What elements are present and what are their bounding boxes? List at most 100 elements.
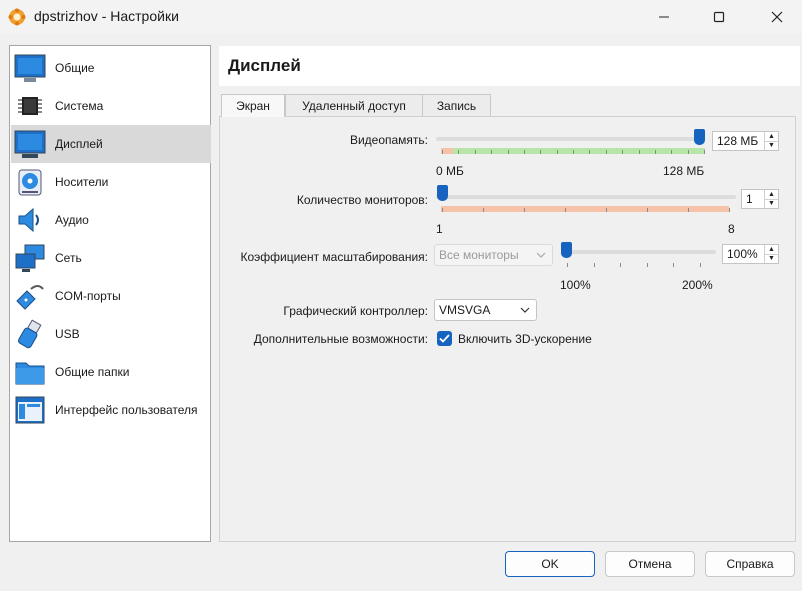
slider-tick [540, 150, 542, 154]
extended-features-label: Дополнительные возможности: [253, 332, 428, 346]
video-memory-max-label: 128 МБ [663, 164, 705, 178]
slider-tick [491, 150, 493, 154]
monitor-count-slider[interactable] [436, 195, 736, 199]
scale-factor-min-label: 100% [560, 278, 591, 292]
tab-screen[interactable]: Экран [221, 94, 285, 117]
slider-tick [507, 150, 509, 154]
tab-recording[interactable]: Запись [422, 94, 491, 116]
usb-icon [13, 317, 47, 351]
slider-tick [483, 208, 484, 212]
monitor-count-min-label: 1 [436, 222, 443, 236]
monitor-count-scale [441, 206, 729, 212]
video-memory-label: Видеопамять: [349, 133, 428, 147]
slider-tick [524, 208, 525, 212]
sidebar-item-user-interface[interactable]: Интерфейс пользователя [11, 391, 211, 429]
spin-down-icon[interactable]: ▼ [764, 140, 778, 150]
maximize-button[interactable] [696, 0, 742, 34]
slider-tick [700, 263, 701, 267]
monitor-count-spinbox[interactable]: 1 ▲ ▼ [741, 189, 779, 209]
folder-icon [13, 355, 47, 389]
sidebar-item-system[interactable]: Система [11, 87, 211, 125]
ui-window-icon [13, 393, 47, 427]
scale-monitor-select[interactable]: Все мониторы [434, 244, 553, 266]
slider-tick [620, 263, 622, 267]
sidebar-item-label: Общие папки [55, 365, 130, 379]
sidebar-item-label: COM-порты [55, 289, 121, 303]
spin-up-icon[interactable]: ▲ [764, 245, 778, 254]
monitor-count-slider-thumb[interactable] [437, 185, 448, 201]
scale-factor-slider[interactable] [562, 250, 716, 254]
sidebar-item-general[interactable]: Общие [11, 49, 211, 87]
help-button[interactable]: Справка [705, 551, 795, 577]
close-button[interactable] [754, 0, 800, 34]
sidebar-item-storage[interactable]: Носители [11, 163, 211, 201]
slider-tick [593, 263, 595, 267]
graphics-controller-select[interactable]: VMSVGA [434, 299, 537, 321]
video-memory-slider[interactable] [436, 137, 704, 141]
serial-port-icon [13, 279, 47, 313]
display-icon [13, 127, 47, 161]
ok-button[interactable]: OK [505, 551, 595, 577]
enable-3d-label[interactable]: Включить 3D-ускорение [458, 332, 592, 346]
page-title: Дисплей [228, 56, 301, 75]
speaker-icon [13, 203, 47, 237]
tab-remote-access[interactable]: Удаленный доступ [285, 94, 423, 116]
scale-factor-slider-thumb[interactable] [561, 242, 572, 258]
slider-tick [442, 150, 443, 154]
virtualbox-gear-icon [8, 8, 26, 26]
checkmark-icon [439, 334, 450, 343]
slider-tick [567, 263, 568, 267]
sidebar-item-label: Система [55, 99, 104, 113]
slider-tick [646, 263, 648, 267]
monitor-count-max-label: 8 [728, 222, 735, 236]
scale-factor-label: Коэффициент масштабирования: [240, 250, 428, 264]
sidebar-item-label: USB [55, 327, 80, 341]
scale-factor-spinbox[interactable]: 100% ▲ ▼ [722, 244, 779, 264]
slider-tick [704, 150, 705, 154]
graphics-controller-label: Графический контроллер: [283, 304, 428, 318]
sidebar-item-display[interactable]: Дисплей [11, 125, 211, 163]
network-icon [13, 241, 47, 275]
sidebar-item-audio[interactable]: Аудио [11, 201, 211, 239]
spin-up-icon[interactable]: ▲ [764, 190, 778, 199]
slider-tick [687, 150, 689, 154]
spin-down-icon[interactable]: ▼ [764, 253, 778, 263]
chevron-down-icon [536, 252, 546, 258]
page-header [219, 46, 800, 86]
slider-tick [654, 150, 656, 154]
slider-tick [565, 208, 566, 212]
slider-tick [589, 150, 591, 154]
slider-tick [606, 208, 607, 212]
slider-tick [673, 263, 675, 267]
video-memory-spinbox[interactable]: 128 МБ ▲ ▼ [712, 131, 779, 151]
slider-tick [647, 208, 648, 212]
slider-tick [442, 208, 443, 212]
chip-icon [13, 89, 47, 123]
scale-factor-value: 100% [727, 247, 758, 261]
slider-tick [622, 150, 624, 154]
sidebar-item-shared-folders[interactable]: Общие папки [11, 353, 211, 391]
spin-down-icon[interactable]: ▼ [764, 198, 778, 208]
minimize-icon [659, 16, 669, 18]
spin-up-icon[interactable]: ▲ [764, 132, 778, 141]
maximize-icon [713, 11, 725, 23]
cancel-button[interactable]: Отмена [605, 551, 695, 577]
sidebar-item-usb[interactable]: USB [11, 315, 211, 353]
video-memory-slider-thumb[interactable] [694, 129, 705, 145]
monitor-count-value: 1 [746, 192, 753, 206]
sidebar-item-label: Общие [55, 61, 95, 75]
scale-monitor-select-value: Все мониторы [439, 248, 519, 262]
sidebar-item-label: Интерфейс пользователя [55, 403, 198, 417]
chevron-down-icon [520, 307, 530, 313]
slider-tick [523, 150, 525, 154]
sidebar-item-com-ports[interactable]: COM-порты [11, 277, 211, 315]
graphics-controller-value: VMSVGA [439, 303, 491, 317]
sidebar-item-network[interactable]: Сеть [11, 239, 211, 277]
minimize-button[interactable] [641, 0, 687, 34]
storage-disc-icon [13, 165, 47, 199]
window-title: dpstrizhov - Настройки [34, 8, 179, 24]
slider-tick [474, 150, 476, 154]
tab-panel [219, 116, 796, 542]
slider-tick [573, 150, 574, 154]
enable-3d-checkbox[interactable] [437, 331, 452, 346]
